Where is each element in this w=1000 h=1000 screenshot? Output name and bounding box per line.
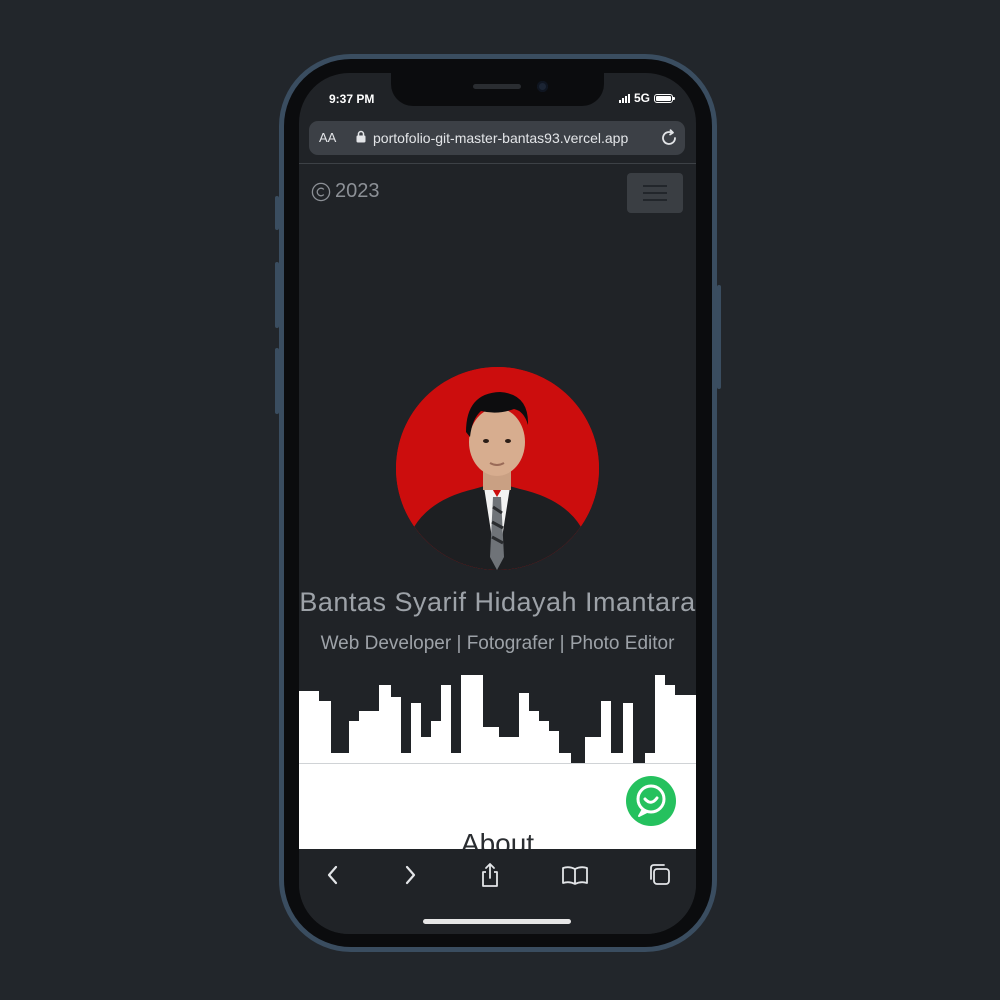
- whatsapp-button[interactable]: [626, 776, 676, 826]
- copyright-icon: [311, 182, 331, 201]
- battery-icon: [654, 93, 675, 103]
- side-button-volume-down: [275, 348, 279, 414]
- url-text[interactable]: portofolio-git-master-bantas93.vercel.ap…: [373, 130, 647, 146]
- side-button-mute: [275, 196, 279, 230]
- side-button-volume-up: [275, 262, 279, 328]
- side-button-power: [717, 285, 721, 389]
- notch: [391, 73, 604, 106]
- book-icon[interactable]: [561, 861, 589, 889]
- reload-icon[interactable]: [658, 127, 680, 149]
- text-size-button[interactable]: AA: [319, 130, 336, 145]
- status-indicators: 5G: [618, 91, 675, 105]
- network-label: 5G: [633, 91, 650, 105]
- hamburger-menu-icon[interactable]: [627, 173, 683, 213]
- phone-screen: 9:37 PM 5G AA portofolio-git-master-bant…: [299, 73, 696, 934]
- hero-subtitle: Web Developer | Fotografer | Photo Edito…: [320, 633, 675, 654]
- address-bar[interactable]: AA portofolio-git-master-bantas93.vercel…: [309, 121, 685, 155]
- copyright: 2023: [311, 180, 380, 203]
- status-time: 9:37 PM: [329, 92, 375, 106]
- profile-portrait: [396, 367, 599, 570]
- lock-icon: [356, 130, 366, 143]
- profile-photo: [396, 367, 599, 570]
- city-skyline-decoration: [299, 675, 696, 763]
- home-indicator[interactable]: [423, 919, 571, 924]
- chevron-left-icon[interactable]: [319, 861, 347, 889]
- browser-toolbar: [299, 849, 696, 934]
- signal-icon: [618, 93, 630, 103]
- tabs-icon[interactable]: [646, 861, 674, 889]
- hero-name: Bantas Syarif Hidayah Imantara: [299, 587, 696, 617]
- chevron-right-icon[interactable]: [396, 861, 424, 889]
- front-camera: [537, 81, 548, 92]
- whatsapp-icon: [636, 784, 666, 817]
- speaker: [473, 84, 521, 89]
- divider: [299, 163, 696, 164]
- copyright-year: 2023: [335, 180, 380, 202]
- web-page: 2023 Bantas Syarif Hidayah Imantara Web …: [299, 163, 696, 859]
- share-icon[interactable]: [476, 861, 504, 889]
